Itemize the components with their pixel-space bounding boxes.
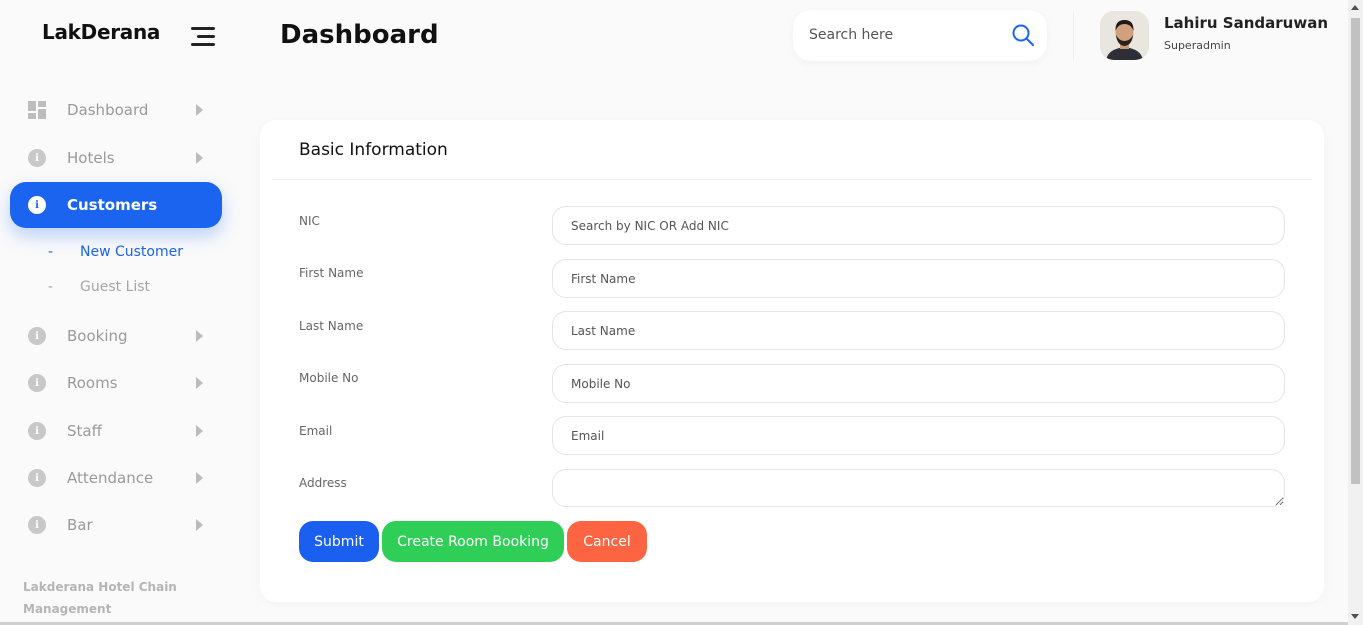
avatar[interactable] bbox=[1100, 11, 1149, 60]
sidebar-item-label: Rooms bbox=[67, 374, 118, 392]
info-icon: i bbox=[28, 327, 46, 345]
nic-label: NIC bbox=[299, 214, 320, 228]
scroll-up-icon[interactable] bbox=[1351, 5, 1359, 10]
sidebar-item-label: Customers bbox=[67, 196, 158, 214]
sidebar-item-booking[interactable]: i Booking bbox=[10, 313, 222, 359]
address-label: Address bbox=[299, 476, 347, 490]
sidebar-subitem-label: Guest List bbox=[80, 279, 151, 295]
caret-right-icon bbox=[196, 377, 203, 389]
card-divider bbox=[272, 179, 1312, 180]
caret-right-icon bbox=[196, 152, 203, 164]
email-field[interactable] bbox=[552, 416, 1285, 455]
sidebar-item-bar[interactable]: i Bar bbox=[10, 502, 222, 548]
cancel-button[interactable]: Cancel bbox=[567, 521, 647, 562]
sidebar-item-label: Bar bbox=[67, 516, 93, 534]
page-title: Dashboard bbox=[280, 20, 439, 50]
sidebar-item-dashboard[interactable]: Dashboard bbox=[10, 87, 222, 133]
mobile-no-field[interactable] bbox=[552, 364, 1285, 403]
nic-field[interactable] bbox=[552, 206, 1285, 245]
dash-icon: - bbox=[48, 244, 54, 260]
sidebar-subitem-label: New Customer bbox=[80, 244, 183, 260]
search-icon[interactable] bbox=[1011, 23, 1035, 47]
sidebar-item-label: Hotels bbox=[67, 149, 115, 167]
create-room-booking-button[interactable]: Create Room Booking bbox=[382, 521, 564, 562]
caret-right-icon bbox=[196, 330, 203, 342]
basic-information-card: Basic Information NIC First Name Last Na… bbox=[260, 120, 1324, 602]
sidebar-item-label: Dashboard bbox=[67, 101, 149, 119]
sidebar-footer: Lakderana Hotel Chain Management bbox=[23, 580, 177, 616]
submit-button[interactable]: Submit bbox=[299, 521, 379, 562]
scroll-down-icon[interactable] bbox=[1351, 614, 1359, 619]
first-name-label: First Name bbox=[299, 266, 364, 280]
sidebar-item-customers[interactable]: i Customers bbox=[10, 182, 222, 228]
brand-logo: LakDerana bbox=[42, 20, 161, 44]
caret-right-icon bbox=[196, 104, 203, 116]
address-field[interactable] bbox=[552, 469, 1285, 507]
last-name-field[interactable] bbox=[552, 311, 1285, 350]
info-icon: i bbox=[28, 516, 46, 534]
sidebar-item-rooms[interactable]: i Rooms bbox=[10, 360, 222, 406]
sidebar-item-label: Staff bbox=[67, 422, 102, 440]
sidebar-subitem-new-customer[interactable]: - New Customer bbox=[48, 244, 183, 260]
info-icon: i bbox=[28, 422, 46, 440]
caret-right-icon bbox=[196, 472, 203, 484]
info-icon: i bbox=[28, 149, 46, 167]
info-icon: i bbox=[28, 196, 46, 214]
user-role: Superadmin bbox=[1164, 39, 1231, 52]
vertical-scrollbar[interactable] bbox=[1348, 0, 1363, 625]
email-label: Email bbox=[299, 424, 333, 438]
first-name-field[interactable] bbox=[552, 259, 1285, 298]
sidebar-subitem-guest-list[interactable]: - Guest List bbox=[48, 279, 150, 295]
user-name: Lahiru Sandaruwan bbox=[1164, 14, 1328, 32]
caret-right-icon bbox=[196, 425, 203, 437]
grid-icon bbox=[28, 101, 46, 119]
menu-toggle-icon[interactable] bbox=[191, 27, 215, 47]
search-box bbox=[793, 10, 1047, 61]
sidebar-item-label: Booking bbox=[67, 327, 128, 345]
mobile-no-label: Mobile No bbox=[299, 371, 359, 385]
header-divider bbox=[1073, 12, 1074, 60]
search-input[interactable] bbox=[809, 24, 999, 46]
card-title: Basic Information bbox=[299, 140, 448, 160]
scroll-thumb[interactable] bbox=[1351, 18, 1360, 484]
info-icon: i bbox=[28, 469, 46, 487]
last-name-label: Last Name bbox=[299, 319, 364, 333]
dash-icon: - bbox=[48, 279, 54, 295]
sidebar-item-label: Attendance bbox=[67, 469, 154, 487]
caret-right-icon bbox=[196, 519, 203, 531]
info-icon: i bbox=[28, 374, 46, 392]
sidebar-item-hotels[interactable]: i Hotels bbox=[10, 135, 222, 181]
sidebar-item-staff[interactable]: i Staff bbox=[10, 408, 222, 454]
sidebar-item-attendance[interactable]: i Attendance bbox=[10, 455, 222, 501]
